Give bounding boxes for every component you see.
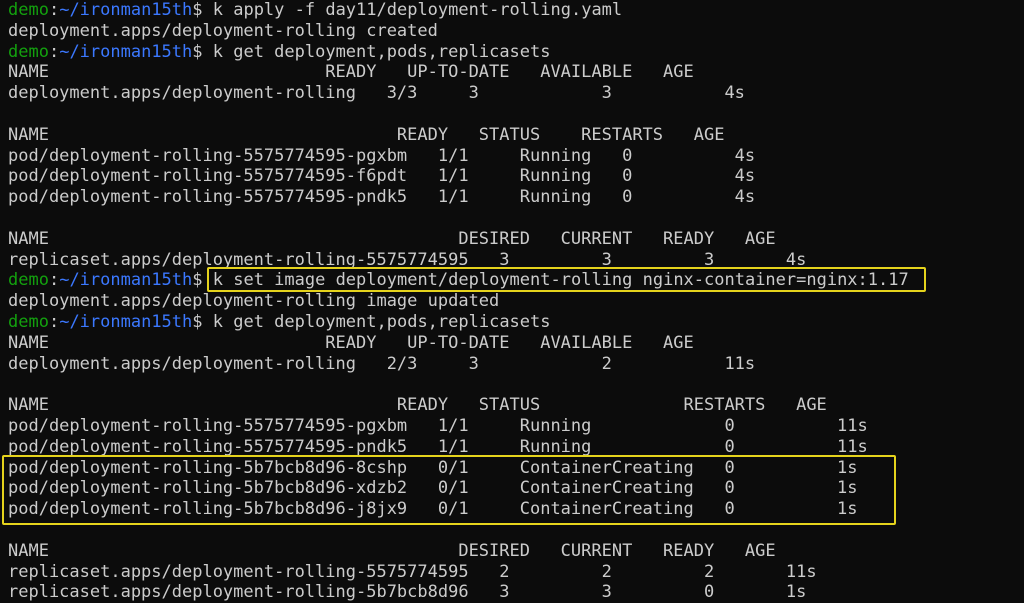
prompt-user: demo <box>8 41 49 62</box>
prompt-line: demo:~/ironman15th$ k set image deployme… <box>8 270 909 291</box>
output-line: replicaset.apps/deployment-rolling-5b7bc… <box>8 582 807 603</box>
prompt-line: demo:~/ironman15th$ k apply -f day11/dep… <box>8 0 623 20</box>
prompt-line: demo:~/ironman15th$ k get deployment,pod… <box>8 311 551 332</box>
highlighted-command-text: k set image deployment/deployment-rollin… <box>212 270 909 291</box>
output-line: deployment.apps/deployment-rolling 3/3 3… <box>8 83 745 104</box>
output-line: deployment.apps/deployment-rolling creat… <box>8 20 438 41</box>
prompt-symbol: $ <box>192 311 213 332</box>
prompt-path: ~/ironman15th <box>59 311 193 332</box>
output-line: pod/deployment-rolling-5b7bcb8d96-8cshp … <box>8 457 858 478</box>
prompt-user: demo <box>8 0 49 20</box>
prompt-symbol: $ <box>192 270 213 291</box>
command-text: k get deployment,pods,replicasets <box>212 311 551 332</box>
output-line: deployment.apps/deployment-rolling 2/3 3… <box>8 353 756 374</box>
output-line: NAME READY UP-TO-DATE AVAILABLE AGE <box>8 332 694 353</box>
output-line: deployment.apps/deployment-rolling image… <box>8 291 500 312</box>
output-line: pod/deployment-rolling-5575774595-pgxbm … <box>8 145 756 166</box>
output-line: pod/deployment-rolling-5575774595-pndk5 … <box>8 187 756 208</box>
output-line: NAME DESIRED CURRENT READY AGE <box>8 228 776 249</box>
prompt-path: ~/ironman15th <box>59 41 193 62</box>
output-line: NAME READY STATUS RESTARTS AGE <box>8 124 725 145</box>
output-line: replicaset.apps/deployment-rolling-55757… <box>8 249 807 270</box>
output-line: pod/deployment-rolling-5575774595-pgxbm … <box>8 415 868 436</box>
output-line: pod/deployment-rolling-5b7bcb8d96-xdzb2 … <box>8 478 858 499</box>
prompt-symbol: $ <box>192 0 213 20</box>
output-line: replicaset.apps/deployment-rolling-55757… <box>8 561 817 582</box>
prompt-user: demo <box>8 270 49 291</box>
prompt-symbol: $ <box>192 41 213 62</box>
prompt-user: demo <box>8 311 49 332</box>
output-line: NAME DESIRED CURRENT READY AGE <box>8 540 776 561</box>
command-text: k apply -f day11/deployment-rolling.yaml <box>212 0 623 20</box>
command-text: k get deployment,pods,replicasets <box>212 41 551 62</box>
prompt-path: ~/ironman15th <box>59 0 193 20</box>
prompt-path: ~/ironman15th <box>59 270 193 291</box>
output-line: pod/deployment-rolling-5575774595-pndk5 … <box>8 436 868 457</box>
output-line: pod/deployment-rolling-5b7bcb8d96-j8jx9 … <box>8 499 858 520</box>
output-line: NAME READY UP-TO-DATE AVAILABLE AGE <box>8 62 694 83</box>
output-line: NAME READY STATUS RESTARTS AGE <box>8 395 827 416</box>
output-line: pod/deployment-rolling-5575774595-f6pdt … <box>8 166 756 187</box>
prompt-line: demo:~/ironman15th$ k get deployment,pod… <box>8 41 551 62</box>
terminal-window[interactable]: demo:~/ironman15th$ k apply -f day11/dep… <box>0 0 1024 603</box>
